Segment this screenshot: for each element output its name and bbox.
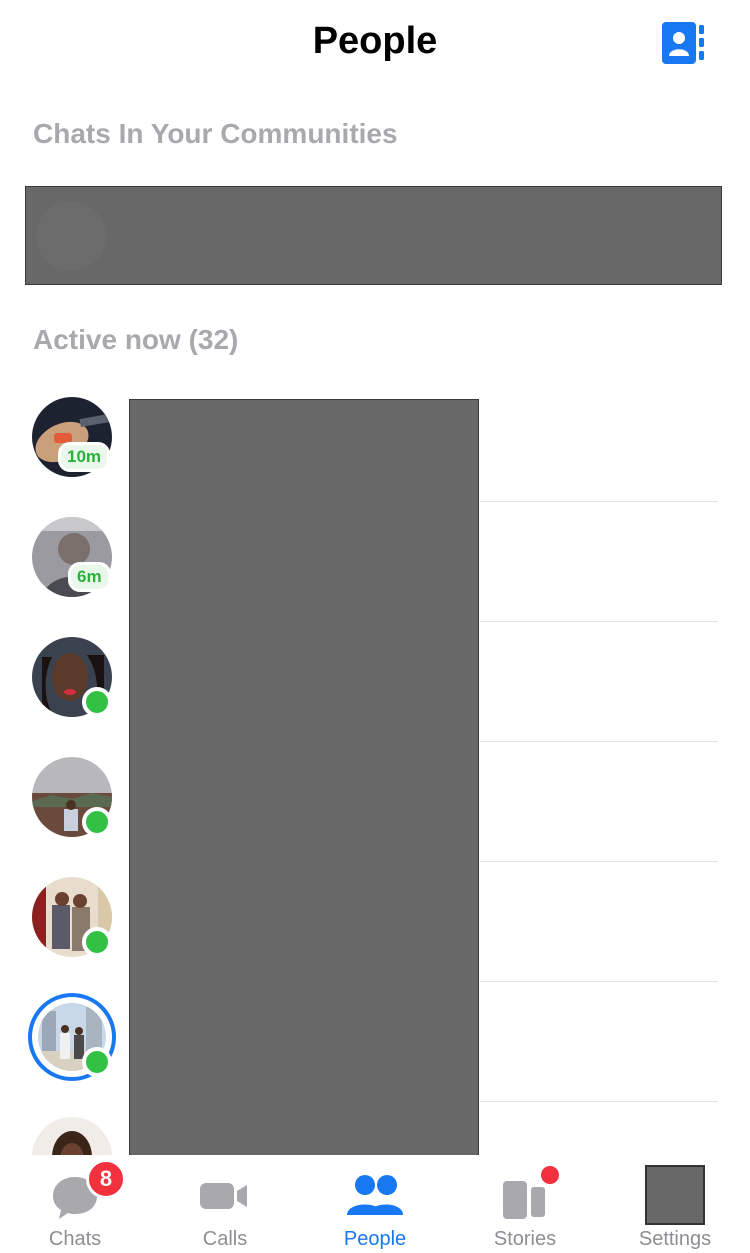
community-chat-item-redacted[interactable] [25, 186, 722, 285]
tab-settings[interactable]: Settings [600, 1155, 750, 1253]
new-story-dot [538, 1163, 562, 1187]
tab-bar: 8 Chats Calls People Stories Settings [0, 1155, 750, 1253]
tab-chats[interactable]: 8 Chats [0, 1155, 150, 1253]
page-title: People [312, 20, 438, 62]
online-indicator [82, 927, 112, 957]
unread-badge: 8 [86, 1159, 126, 1199]
online-indicator [82, 687, 112, 717]
tab-calls[interactable]: Calls [150, 1155, 300, 1253]
community-avatar [36, 201, 106, 271]
tab-label: Settings [638, 1228, 712, 1250]
profile-avatar-redacted [645, 1165, 705, 1225]
tab-people[interactable]: People [300, 1155, 450, 1253]
redacted-names-block [129, 399, 479, 1159]
people-icon [347, 1175, 403, 1215]
contacts-button[interactable] [660, 20, 706, 66]
online-indicator [82, 1047, 112, 1077]
tab-label: Chats [48, 1228, 102, 1250]
active-now-title: Active now (32) [33, 324, 239, 355]
tab-label: People [343, 1228, 407, 1250]
communities-section-title: Chats In Your Communities [33, 118, 398, 149]
online-indicator [82, 807, 112, 837]
active-time-badge: 6m [68, 562, 111, 592]
header: People [0, 0, 750, 90]
active-time-badge: 10m [58, 442, 111, 472]
tab-label: Calls [202, 1228, 248, 1250]
video-camera-icon [200, 1183, 247, 1209]
contacts-icon [662, 22, 704, 64]
tab-label: Stories [493, 1228, 557, 1250]
tab-stories[interactable]: Stories [450, 1155, 600, 1253]
